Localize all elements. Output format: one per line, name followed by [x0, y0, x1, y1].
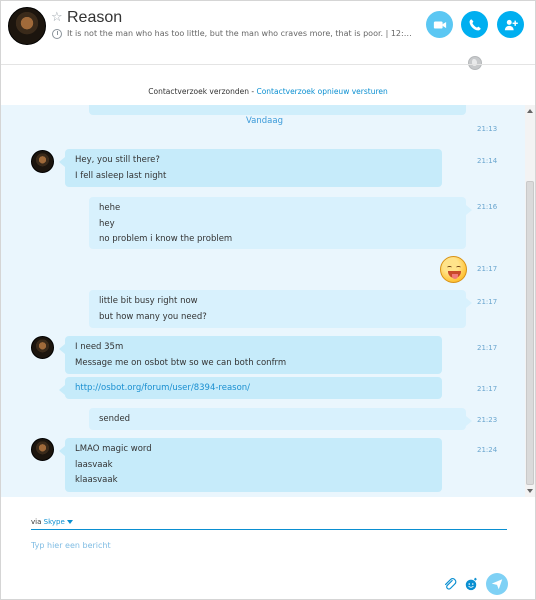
- message-time: 21:16: [477, 203, 498, 211]
- message-bubble[interactable]: little bit busy right now but how many y…: [89, 290, 472, 328]
- via-service[interactable]: Skype: [44, 518, 65, 526]
- compose-divider: [31, 529, 507, 530]
- emoji-tongue: [452, 274, 458, 279]
- message-bubble[interactable]: LMAO magic word laasvaak klaasvaak: [59, 438, 442, 492]
- message-time: 21:17: [477, 298, 498, 306]
- send-button[interactable]: [486, 573, 508, 595]
- scrollbar-thumb[interactable]: [526, 181, 534, 485]
- send-icon: [491, 579, 503, 590]
- message-text: but how many you need?: [99, 311, 207, 322]
- add-people-button[interactable]: [497, 11, 524, 38]
- emoticon-button[interactable]: [462, 575, 480, 593]
- message-bubble[interactable]: http://osbot.org/forum/user/8394-reason/: [59, 377, 442, 399]
- chevron-down-icon[interactable]: [66, 520, 73, 524]
- message-time: 21:24: [477, 446, 498, 454]
- day-separator: Vandaag: [246, 116, 283, 126]
- message-text: hey: [99, 218, 115, 229]
- attach-button[interactable]: [441, 575, 459, 593]
- video-call-icon: [433, 21, 446, 28]
- message-input[interactable]: [31, 541, 431, 550]
- scroll-up-icon[interactable]: [527, 109, 533, 113]
- via-selector[interactable]: via Skype: [31, 518, 73, 526]
- message-time: 21:17: [477, 385, 498, 393]
- clock-icon: [52, 29, 62, 39]
- message-text: hehe: [99, 203, 121, 213]
- message-bubble[interactable]: sended: [89, 408, 472, 430]
- conversation-area[interactable]: 21:13 Vandaag Hey, you still there? I fe…: [1, 105, 535, 497]
- message-bubble[interactable]: hehe hey no problem i know the problem: [89, 197, 472, 249]
- message-bubble[interactable]: I need 35m Message me on osbot btw so we…: [59, 336, 442, 374]
- audio-call-button[interactable]: [461, 11, 488, 38]
- message-text: I need 35m: [75, 342, 124, 352]
- message-bubble[interactable]: Hey, you still there? I fell asleep last…: [59, 149, 442, 187]
- attach-icon: [445, 578, 457, 590]
- video-call-button[interactable]: [426, 11, 453, 38]
- phone-icon: [469, 18, 481, 30]
- star-icon[interactable]: ☆: [51, 10, 63, 25]
- contact-avatar-small[interactable]: [31, 336, 54, 359]
- message-text: Hey, you still there?: [75, 155, 160, 165]
- message-text: Message me on osbot btw so we can both c…: [75, 357, 287, 368]
- message-link[interactable]: http://osbot.org/forum/user/8394-reason/: [75, 381, 432, 397]
- contact-avatar-small[interactable]: [31, 150, 54, 173]
- message-text: I fell asleep last night: [75, 170, 167, 181]
- contact-avatar[interactable]: [8, 7, 46, 45]
- message-time: 21:17: [477, 344, 498, 352]
- message-time: 21:17: [477, 265, 498, 273]
- message-text: little bit busy right now: [99, 296, 198, 306]
- contact-request-text: Contactverzoek verzonden -: [148, 87, 257, 96]
- contact-avatar-small[interactable]: [31, 438, 54, 461]
- scroll-down-icon[interactable]: [527, 489, 533, 493]
- emoticon-icon: [465, 577, 477, 591]
- message-time: 21:23: [477, 416, 498, 424]
- header-divider: [1, 64, 535, 65]
- add-people-icon: [504, 19, 518, 30]
- message-bubble[interactable]: [89, 105, 466, 115]
- message-time: 21:13: [477, 125, 498, 133]
- contact-name[interactable]: Reason: [67, 9, 122, 27]
- skype-chat-window: ☆ Reason It is not the man who has too l…: [0, 0, 536, 600]
- message-text: laasvaak: [75, 459, 113, 470]
- message-time: 21:14: [477, 157, 498, 165]
- tongue-out-emoji[interactable]: [440, 256, 467, 283]
- globe-icon[interactable]: [468, 56, 482, 70]
- emoji-eye: [456, 266, 461, 269]
- message-text: no problem i know the problem: [99, 234, 233, 244]
- message-text: klaasvaak: [75, 475, 118, 485]
- message-text: sended: [99, 414, 131, 424]
- message-text: LMAO magic word: [75, 444, 152, 454]
- emoji-eye: [447, 266, 452, 269]
- contact-request-notice: Contactverzoek verzonden - Contactverzoe…: [1, 87, 535, 96]
- resend-contact-request-link[interactable]: Contactverzoek opnieuw versturen: [256, 87, 387, 96]
- conversation-scrollbar[interactable]: [525, 105, 535, 497]
- via-label: via: [31, 518, 42, 526]
- conversation-header: ☆ Reason It is not the man who has too l…: [1, 1, 535, 59]
- mood-message: It is not the man who has too little, bu…: [67, 29, 415, 38]
